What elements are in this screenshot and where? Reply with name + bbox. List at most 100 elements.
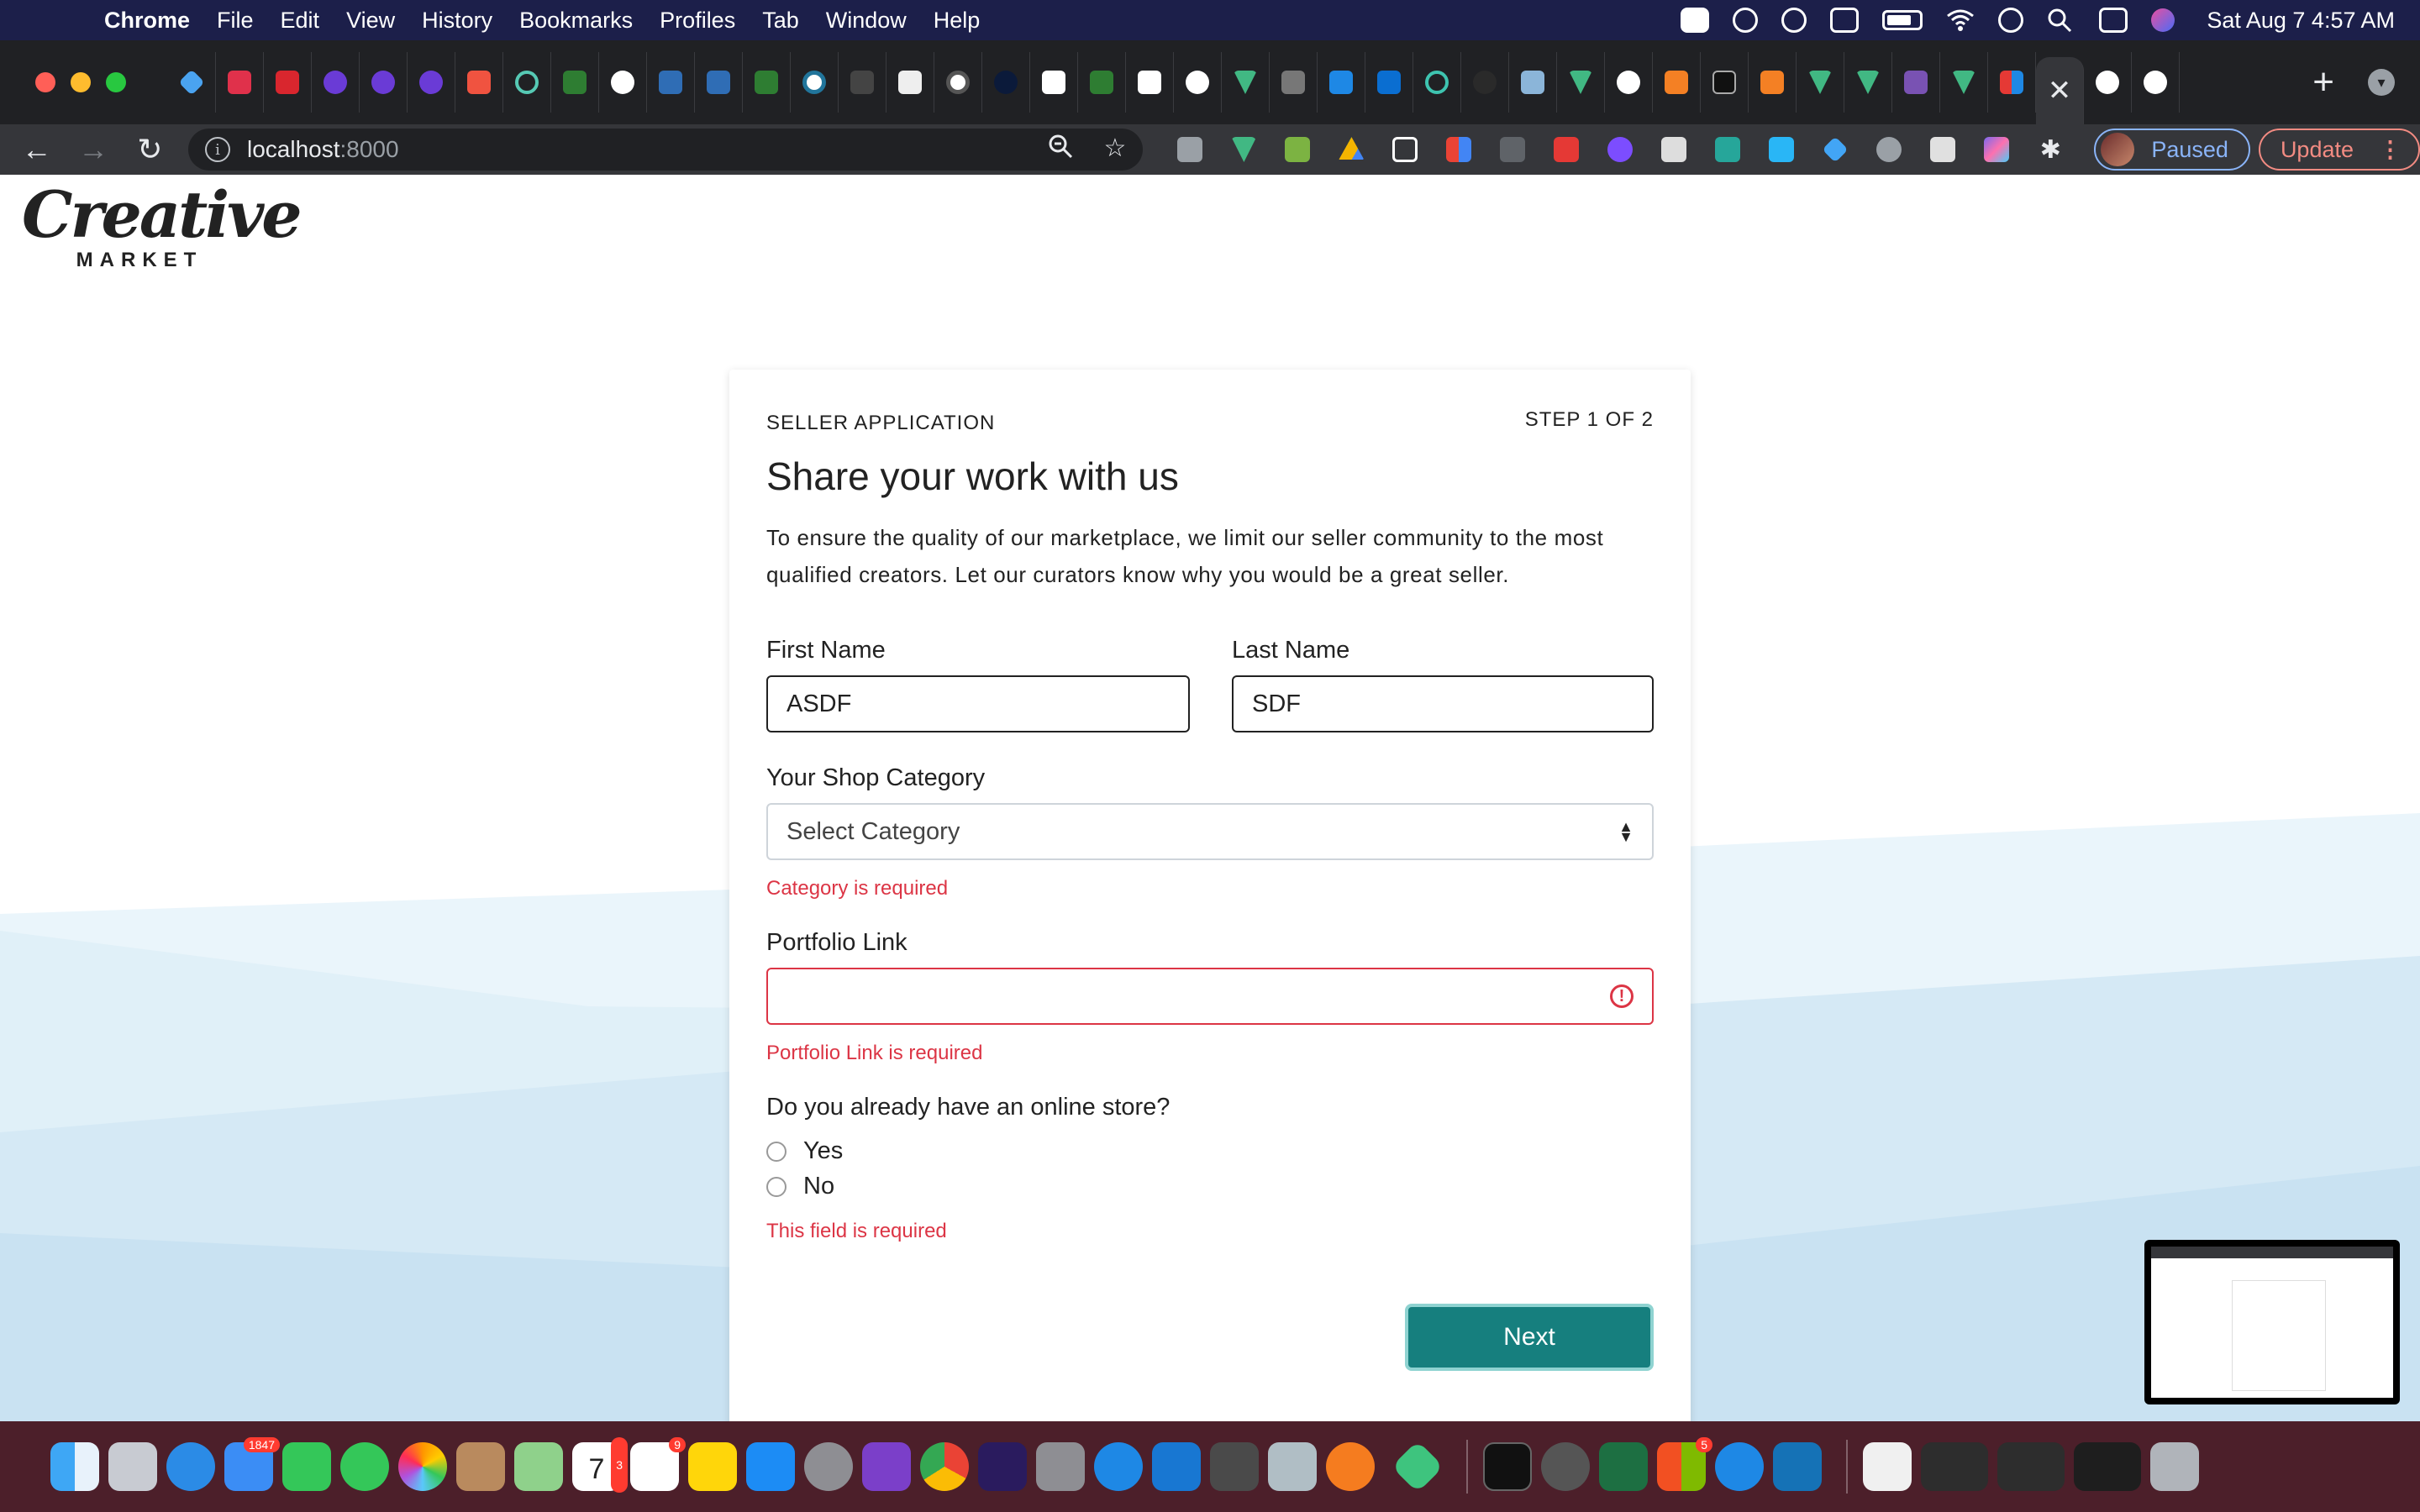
- tab[interactable]: [1461, 52, 1509, 113]
- online-store-yes-radio[interactable]: Yes: [766, 1137, 843, 1165]
- contacts-icon[interactable]: [456, 1442, 505, 1491]
- menu-history[interactable]: History: [422, 8, 492, 34]
- menu-file[interactable]: File: [217, 8, 254, 34]
- menubar-clock[interactable]: Sat Aug 7 4:57 AM: [2207, 8, 2395, 34]
- radio-circle[interactable]: [766, 1141, 786, 1162]
- extension-button[interactable]: [1217, 129, 1270, 171]
- extension-button[interactable]: [1270, 129, 1324, 171]
- extension-button[interactable]: [1808, 129, 1862, 171]
- battery-icon[interactable]: [1882, 10, 1923, 30]
- tab[interactable]: [216, 52, 264, 113]
- chrome-dock-icon[interactable]: [920, 1442, 969, 1491]
- tab[interactable]: [982, 52, 1030, 113]
- preview-icon[interactable]: [1268, 1442, 1317, 1491]
- sequel-icon[interactable]: [1391, 1440, 1444, 1494]
- last-name-field[interactable]: SDF: [1232, 675, 1654, 732]
- first-name-field[interactable]: ASDF: [766, 675, 1190, 732]
- menu-tab[interactable]: Tab: [762, 8, 799, 34]
- tab[interactable]: [2132, 52, 2180, 113]
- tableplus-icon[interactable]: [1036, 1442, 1085, 1491]
- reload-icon[interactable]: ↻: [122, 132, 178, 167]
- postman-icon[interactable]: [1326, 1442, 1375, 1491]
- play-status-icon[interactable]: [1781, 8, 1807, 33]
- close-tab-icon[interactable]: ✕: [2048, 74, 2072, 108]
- phpstorm-icon[interactable]: [978, 1442, 1027, 1491]
- window-preview-icon[interactable]: [1921, 1442, 1988, 1491]
- tab[interactable]: [168, 52, 216, 113]
- checkmark-status-icon[interactable]: [1681, 8, 1710, 33]
- next-button[interactable]: Next: [1405, 1304, 1654, 1371]
- menu-help[interactable]: Help: [934, 8, 981, 34]
- tab[interactable]: [1605, 52, 1653, 113]
- tab[interactable]: [551, 52, 599, 113]
- shop-category-select[interactable]: Select Category ▲ ▼: [766, 803, 1654, 860]
- mail-icon[interactable]: 1847: [224, 1437, 280, 1491]
- address-bar[interactable]: i localhost:8000 ☆: [187, 129, 1144, 171]
- wifi-icon[interactable]: [1946, 8, 1975, 33]
- back-icon[interactable]: ←: [8, 132, 65, 167]
- microsoft-icon[interactable]: 5: [1657, 1437, 1712, 1491]
- maps-icon[interactable]: [514, 1442, 563, 1491]
- new-tab-icon[interactable]: +: [2312, 61, 2334, 103]
- messages-icon[interactable]: [340, 1442, 389, 1491]
- spotlight-search-icon[interactable]: [2047, 8, 2075, 33]
- menu-view[interactable]: View: [346, 8, 395, 34]
- tab[interactable]: [1749, 52, 1797, 113]
- extension-button[interactable]: [1754, 129, 1808, 171]
- tab[interactable]: [791, 52, 839, 113]
- close-window-button[interactable]: [35, 72, 55, 92]
- extension-button[interactable]: [1163, 129, 1217, 171]
- menu-edit[interactable]: Edit: [281, 8, 320, 34]
- tab-active[interactable]: ✕: [2036, 57, 2084, 124]
- xcode-icon[interactable]: [1773, 1442, 1822, 1491]
- system-preferences-icon[interactable]: [804, 1442, 853, 1491]
- radio-circle[interactable]: [766, 1176, 786, 1197]
- tab[interactable]: [1270, 52, 1318, 113]
- tab[interactable]: [1701, 52, 1749, 113]
- power-app-icon[interactable]: [1541, 1442, 1590, 1491]
- extension-button[interactable]: [1378, 129, 1432, 171]
- tab[interactable]: [1892, 52, 1940, 113]
- extensions-menu-button[interactable]: ✱: [2023, 129, 2077, 171]
- tab[interactable]: [312, 52, 360, 113]
- extension-button[interactable]: [1647, 129, 1701, 171]
- trash-icon[interactable]: [2150, 1442, 2199, 1491]
- time-machine-icon[interactable]: [1998, 8, 2024, 33]
- tab[interactable]: [1844, 52, 1892, 113]
- tab[interactable]: [1365, 52, 1413, 113]
- calculator-icon[interactable]: [1210, 1442, 1259, 1491]
- online-store-no-radio[interactable]: No: [766, 1173, 834, 1200]
- tab[interactable]: [1988, 52, 2036, 113]
- tab[interactable]: [2084, 52, 2132, 113]
- quicktime-icon[interactable]: [1715, 1442, 1764, 1491]
- tab[interactable]: [408, 52, 455, 113]
- tab[interactable]: [455, 52, 503, 113]
- calendar-icon[interactable]: 73: [572, 1437, 628, 1493]
- document-icon[interactable]: [1863, 1442, 1912, 1491]
- app-store-icon[interactable]: [746, 1442, 795, 1491]
- menu-app-name[interactable]: Chrome: [104, 8, 190, 34]
- tab[interactable]: [839, 52, 886, 113]
- tab-search-icon[interactable]: ▾: [2368, 69, 2395, 96]
- kebab-menu-icon[interactable]: ⋮: [2379, 137, 2402, 163]
- tab[interactable]: [1126, 52, 1174, 113]
- excel-icon[interactable]: [1599, 1442, 1648, 1491]
- site-info-icon[interactable]: i: [204, 137, 230, 162]
- tab[interactable]: [1797, 52, 1844, 113]
- reminders-icon[interactable]: 9: [630, 1437, 686, 1491]
- zoom-window-button[interactable]: [106, 72, 126, 92]
- terminal-icon[interactable]: [1483, 1442, 1532, 1491]
- extension-button[interactable]: [1432, 129, 1486, 171]
- display-status-icon[interactable]: [1830, 8, 1860, 33]
- tab[interactable]: [1174, 52, 1222, 113]
- menu-profiles[interactable]: Profiles: [660, 8, 735, 34]
- forward-icon[interactable]: →: [65, 132, 121, 167]
- siri-icon[interactable]: [2151, 8, 2175, 32]
- tab[interactable]: [599, 52, 647, 113]
- trello-icon[interactable]: [1152, 1442, 1201, 1491]
- bookmark-star-icon[interactable]: ☆: [1103, 134, 1126, 165]
- notes-icon[interactable]: [688, 1442, 737, 1491]
- extension-button[interactable]: [1593, 129, 1647, 171]
- extension-button[interactable]: [1862, 129, 1916, 171]
- safari-icon[interactable]: [166, 1442, 215, 1491]
